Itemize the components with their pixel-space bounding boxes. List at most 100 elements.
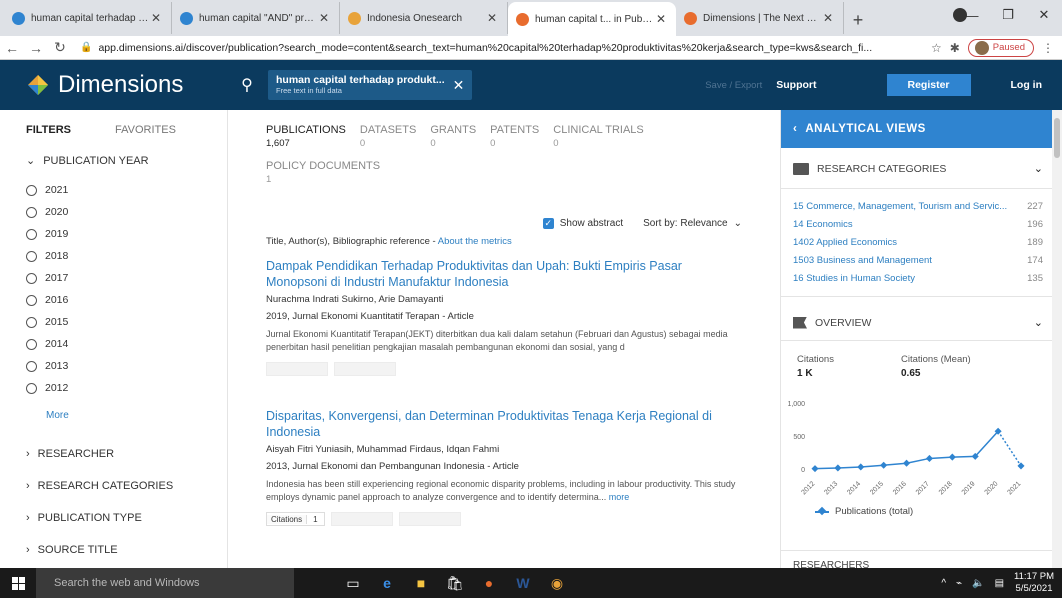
- new-tab-button[interactable]: +: [844, 4, 872, 36]
- year-option-2021[interactable]: 2021: [26, 184, 68, 196]
- analytical-views-header[interactable]: ‹ ANALYTICAL VIEWS: [781, 110, 1052, 148]
- browser-tab-2[interactable]: human capital "AND" produk ✕: [172, 2, 340, 34]
- year-option-2015[interactable]: 2015: [26, 316, 68, 328]
- reload-icon[interactable]: ↻: [48, 39, 72, 56]
- back-icon[interactable]: ←: [0, 40, 24, 56]
- search-query-chip[interactable]: human capital terhadap produkt... Free t…: [268, 70, 473, 100]
- card-title: RESEARCH CATEGORIES: [817, 162, 947, 175]
- volume-icon[interactable]: 🔈: [972, 578, 984, 589]
- tab-favorites[interactable]: FAVORITES: [115, 124, 176, 136]
- tab-grants[interactable]: GRANTS 0: [430, 124, 476, 149]
- x-tick-label: 2016: [892, 480, 908, 496]
- file-explorer-icon[interactable]: ■: [410, 572, 432, 594]
- close-tab-icon[interactable]: ✕: [485, 11, 499, 25]
- more-years-link[interactable]: More: [46, 410, 69, 421]
- taskbar-search-input[interactable]: Search the web and Windows: [36, 568, 294, 598]
- research-categories-card-header[interactable]: RESEARCH CATEGORIES ⌄: [793, 162, 1043, 175]
- chrome-icon[interactable]: ◉: [546, 572, 568, 594]
- tab-policy-documents[interactable]: POLICY DOCUMENTS 1: [266, 160, 380, 185]
- taskbar-clock[interactable]: 11:17 PM 5/5/2021: [1014, 571, 1054, 595]
- forward-icon[interactable]: →: [24, 40, 48, 56]
- researcher-filter[interactable]: › RESEARCHER: [26, 448, 114, 460]
- publication-year-toggle[interactable]: ⌄ PUBLICATION YEAR: [26, 154, 149, 168]
- year-option-2018[interactable]: 2018: [26, 250, 68, 262]
- category-row[interactable]: 14 Economics 196: [793, 219, 1043, 230]
- login-link[interactable]: Log in: [1011, 79, 1043, 91]
- filter-panel: FILTERS FAVORITES ⌄ PUBLICATION YEAR 202…: [0, 110, 228, 568]
- result-title-link[interactable]: Dampak Pendidikan Terhadap Produktivitas…: [266, 258, 746, 290]
- close-tab-icon[interactable]: ✕: [149, 11, 163, 25]
- data-point[interactable]: [834, 464, 842, 472]
- close-tab-icon[interactable]: ✕: [821, 11, 835, 25]
- overview-card-header[interactable]: OVERVIEW ⌄: [793, 316, 1043, 329]
- data-point[interactable]: [925, 454, 933, 462]
- url-field[interactable]: 🔒 app.dimensions.ai/discover/publication…: [72, 38, 931, 58]
- category-row[interactable]: 16 Studies in Human Society 135: [793, 273, 1043, 284]
- citations-badge[interactable]: Citations 1: [266, 512, 325, 526]
- category-row[interactable]: 1503 Business and Management 174: [793, 255, 1043, 266]
- support-link[interactable]: Support: [776, 79, 816, 91]
- browser-tab-3[interactable]: Indonesia Onesearch ✕: [340, 2, 508, 34]
- publication-type-filter[interactable]: › PUBLICATION TYPE: [26, 512, 142, 524]
- data-point[interactable]: [1017, 462, 1025, 470]
- extensions-icon[interactable]: ✱: [950, 41, 960, 55]
- year-option-2013[interactable]: 2013: [26, 360, 68, 372]
- maximize-icon[interactable]: ❐: [990, 0, 1026, 30]
- tab-clinical-trials[interactable]: CLINICAL TRIALS 0: [553, 124, 643, 149]
- year-option-2016[interactable]: 2016: [26, 294, 68, 306]
- start-button[interactable]: [0, 568, 36, 598]
- year-option-2017[interactable]: 2017: [26, 272, 68, 284]
- more-link[interactable]: more: [609, 492, 630, 502]
- profile-paused-button[interactable]: Paused: [967, 38, 1034, 57]
- firefox-icon[interactable]: ●: [478, 572, 500, 594]
- data-point[interactable]: [811, 465, 819, 473]
- edge-browser-icon[interactable]: e: [376, 572, 398, 594]
- result-authors: Nurachma Indrati Sukirno, Arie Damayanti: [266, 294, 444, 305]
- about-metrics-link[interactable]: About the metrics: [438, 236, 512, 247]
- year-option-2019[interactable]: 2019: [26, 228, 68, 240]
- category-row[interactable]: 15 Commerce, Management, Tourism and Ser…: [793, 201, 1043, 212]
- category-row[interactable]: 1402 Applied Economics 189: [793, 237, 1043, 248]
- data-point[interactable]: [903, 459, 911, 467]
- browser-tab-5[interactable]: Dimensions | The Next Evolut ✕: [676, 2, 844, 34]
- store-icon[interactable]: 🛍: [444, 572, 466, 594]
- tray-chevron-icon[interactable]: ^: [941, 578, 946, 589]
- researchers-card-header[interactable]: RESEARCHERS: [793, 560, 869, 568]
- result-title-link[interactable]: Disparitas, Konvergensi, dan Determinan …: [266, 408, 746, 440]
- year-option-2014[interactable]: 2014: [26, 338, 68, 350]
- register-button[interactable]: Register: [886, 74, 971, 96]
- dimensions-logo[interactable]: Dimensions: [0, 71, 228, 99]
- page-scrollbar[interactable]: [1052, 110, 1062, 568]
- word-icon[interactable]: W: [512, 572, 534, 594]
- menu-icon[interactable]: ⋮: [1042, 41, 1054, 55]
- close-window-icon[interactable]: ✕: [1026, 0, 1062, 30]
- source-title-filter[interactable]: › SOURCE TITLE: [26, 544, 118, 556]
- tab-publications[interactable]: PUBLICATIONS 1,607: [266, 124, 346, 149]
- task-view-icon[interactable]: ▭: [342, 572, 364, 594]
- clear-query-icon[interactable]: ✕: [453, 77, 465, 94]
- tab-datasets[interactable]: DATASETS 0: [360, 124, 416, 149]
- save-export-link[interactable]: Save / Export: [705, 80, 762, 91]
- year-option-2020[interactable]: 2020: [26, 206, 68, 218]
- research-categories-filter[interactable]: › RESEARCH CATEGORIES: [26, 480, 173, 492]
- data-point[interactable]: [948, 453, 956, 461]
- network-icon[interactable]: ⌁: [956, 578, 962, 589]
- browser-tab-1[interactable]: human capital terhadap prod ✕: [4, 2, 172, 34]
- minimize-icon[interactable]: —: [954, 0, 990, 30]
- show-abstract-checkbox[interactable]: ✓: [542, 218, 554, 229]
- close-tab-icon[interactable]: ✕: [654, 12, 668, 26]
- browser-tab-4[interactable]: human capital t... in Publicati ✕: [508, 2, 676, 36]
- tab-filters[interactable]: FILTERS: [26, 124, 71, 136]
- data-point[interactable]: [857, 463, 865, 471]
- sort-dropdown[interactable]: Sort by: Relevance: [643, 218, 728, 229]
- scrollbar-thumb[interactable]: [1054, 118, 1060, 158]
- notification-icon[interactable]: ▤: [995, 578, 1004, 589]
- close-tab-icon[interactable]: ✕: [317, 11, 331, 25]
- search-icon[interactable]: ⚲: [236, 75, 258, 95]
- year-option-2012[interactable]: 2012: [26, 382, 68, 394]
- citations-mean-value: 0.65: [901, 368, 921, 379]
- tab-patents[interactable]: PATENTS 0: [490, 124, 539, 149]
- star-icon[interactable]: ☆: [931, 41, 942, 55]
- chart-legend[interactable]: Publications (total): [815, 506, 913, 517]
- data-point[interactable]: [880, 461, 888, 469]
